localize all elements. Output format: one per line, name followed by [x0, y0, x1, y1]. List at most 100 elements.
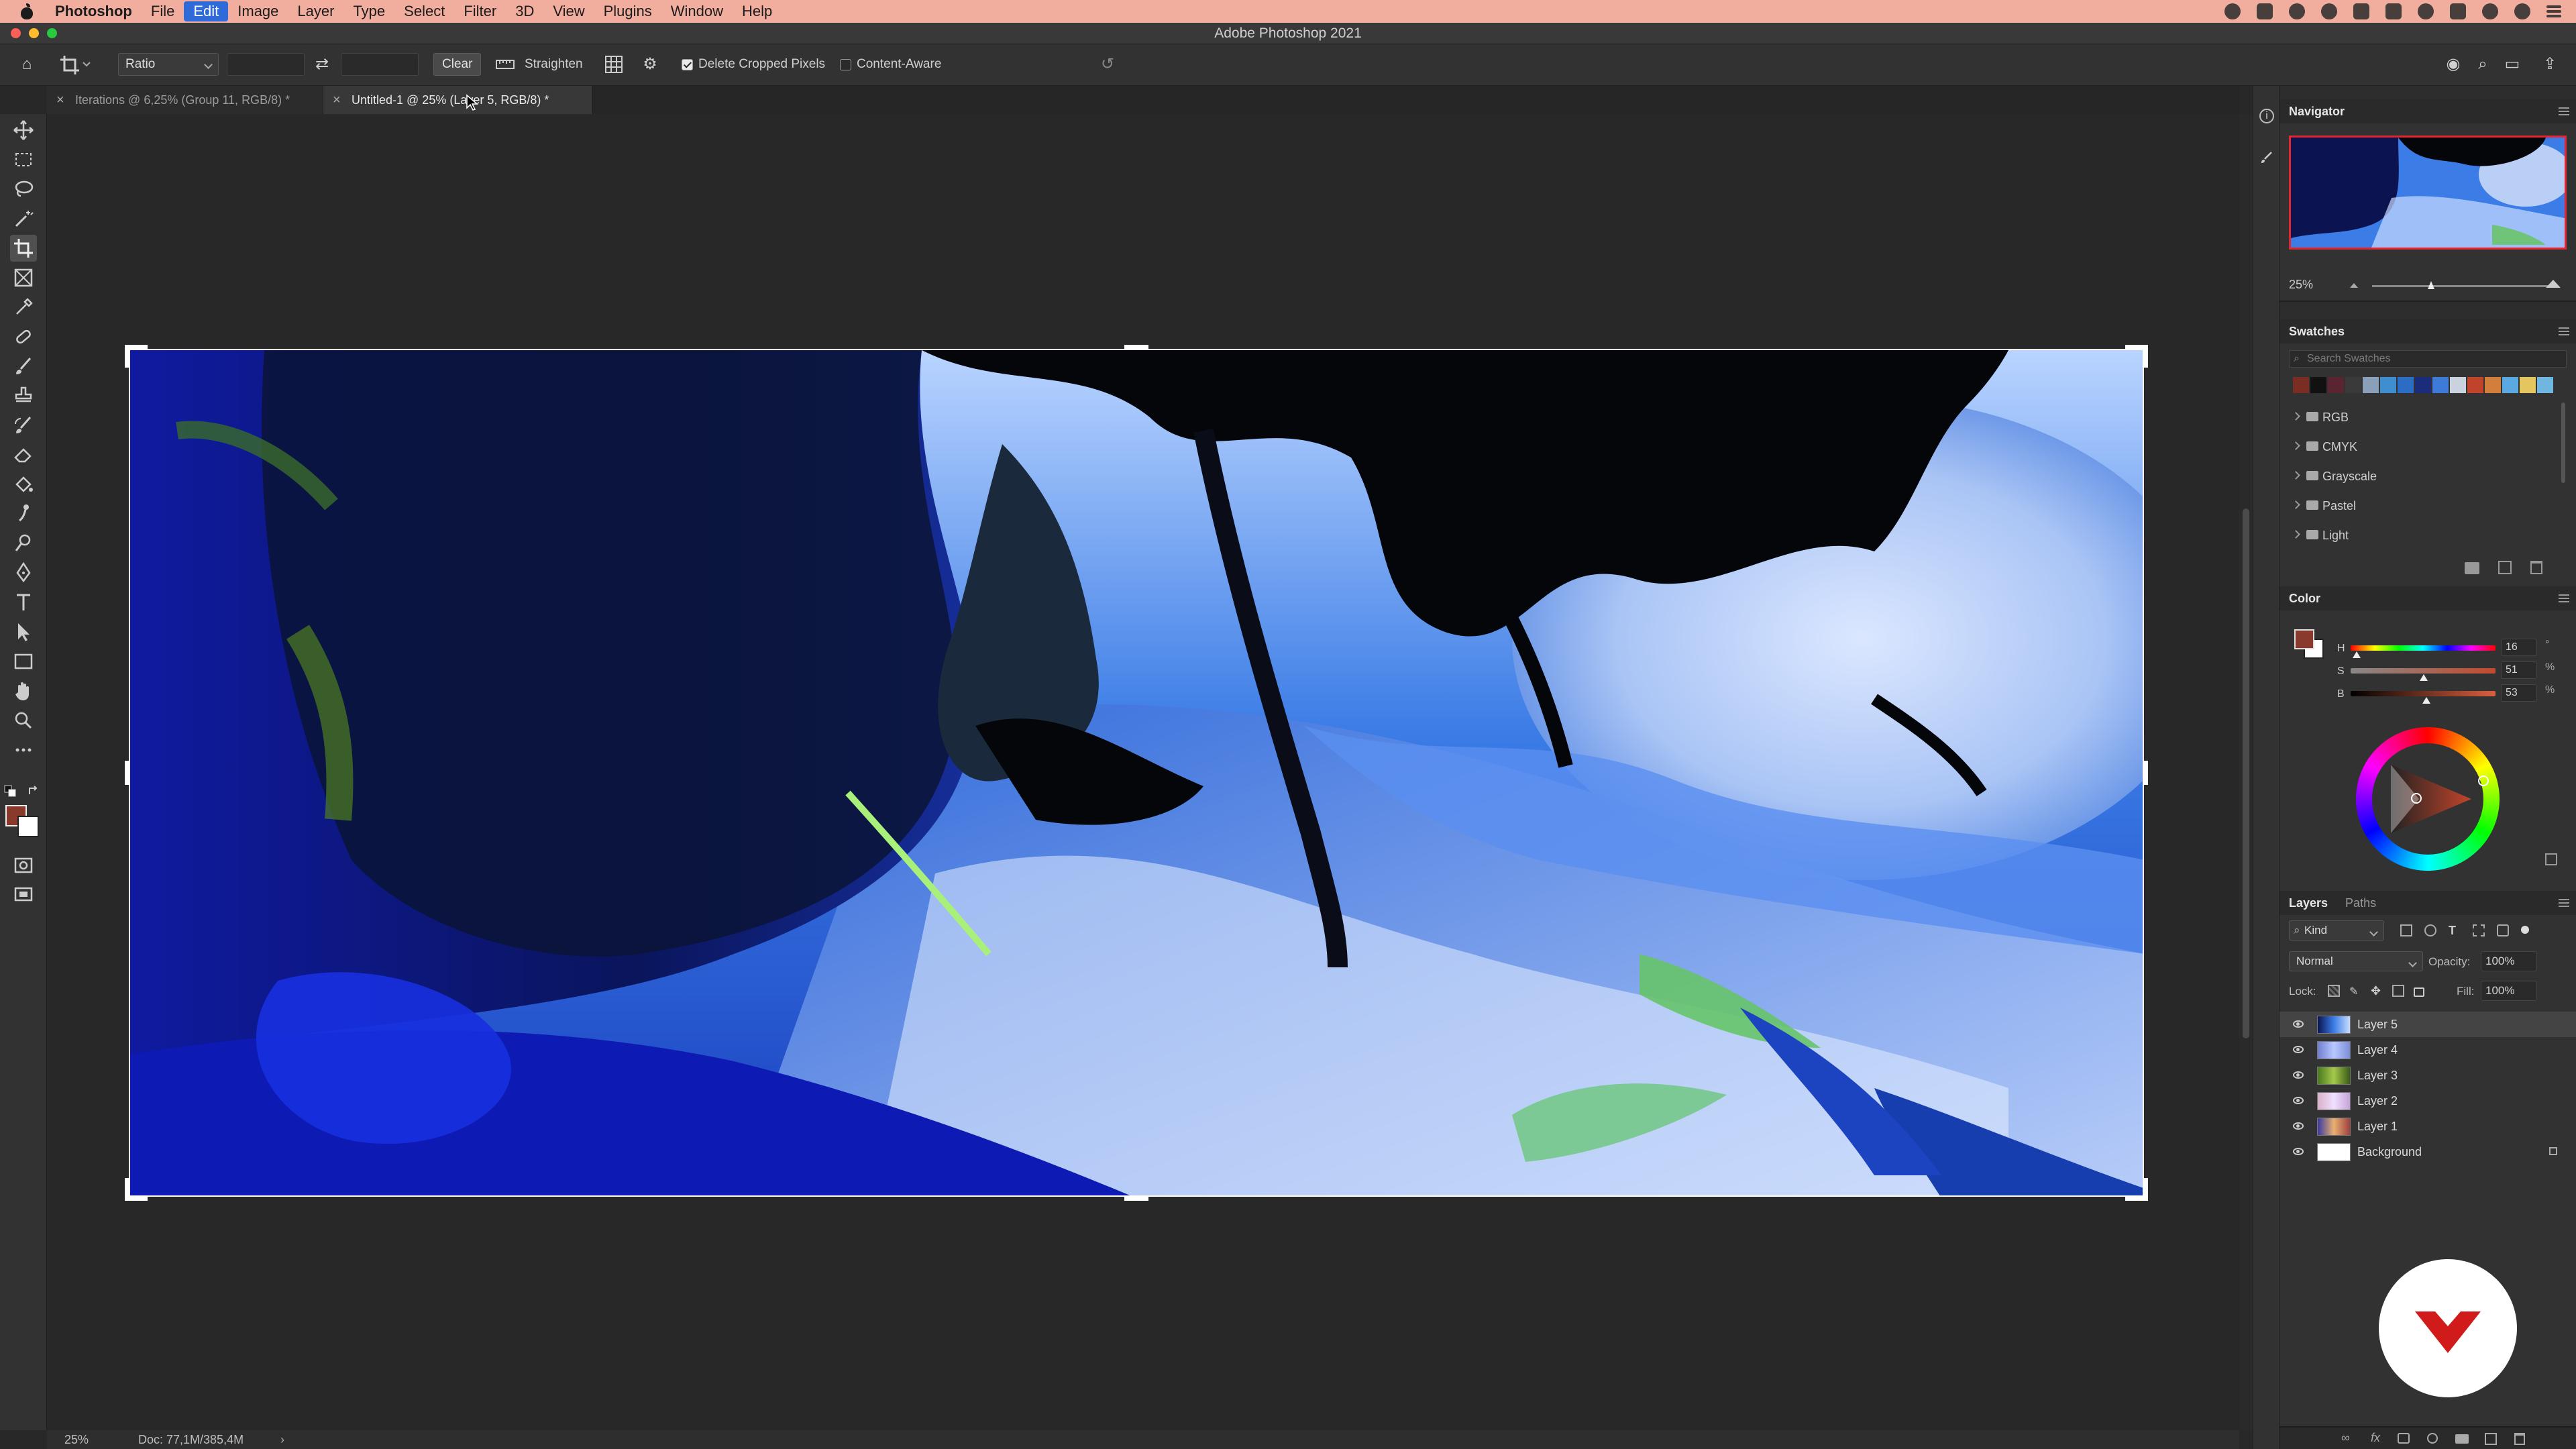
- swatch-group-pastel[interactable]: Pastel: [2293, 492, 2356, 519]
- panel-menu-icon[interactable]: [2559, 899, 2569, 900]
- menu-select[interactable]: Select: [394, 0, 454, 23]
- saturation-slider[interactable]: [2351, 668, 2496, 674]
- brush-tool-icon[interactable]: [10, 353, 37, 380]
- straighten-icon[interactable]: [494, 53, 517, 76]
- reset-crop-icon[interactable]: ↺: [1096, 53, 1119, 76]
- screen-mode-icon[interactable]: [10, 881, 37, 908]
- swatch-color[interactable]: [2502, 377, 2518, 393]
- shape-filter-icon[interactable]: [2473, 924, 2485, 936]
- type-tool-icon[interactable]: [10, 589, 37, 616]
- visibility-eye-icon[interactable]: [2293, 1148, 2304, 1155]
- swatch-color[interactable]: [2450, 377, 2466, 393]
- adjustment-layer-icon[interactable]: [2427, 1433, 2438, 1444]
- ratio-width-input[interactable]: [227, 53, 305, 76]
- battery-icon[interactable]: [2385, 3, 2402, 19]
- layer-name[interactable]: Layer 4: [2357, 1037, 2398, 1063]
- add-mask-icon[interactable]: [2398, 1433, 2410, 1444]
- menu-view[interactable]: View: [543, 0, 594, 23]
- swatch-color[interactable]: [2293, 377, 2309, 393]
- swap-colors-icon[interactable]: [27, 785, 40, 798]
- layer-name[interactable]: Layer 3: [2357, 1063, 2398, 1088]
- home-icon[interactable]: ⌂: [15, 53, 39, 76]
- search-swatches-input[interactable]: ⌕ Search Swatches: [2289, 350, 2567, 368]
- crop-handle-right[interactable]: [2144, 761, 2148, 785]
- layer-row-layer-4[interactable]: Layer 4: [2279, 1037, 2576, 1063]
- zoom-in-mountain-icon[interactable]: [2545, 279, 2561, 288]
- opacity-input[interactable]: 100%: [2481, 951, 2537, 971]
- volume-icon[interactable]: [2450, 3, 2466, 19]
- swatches-scrollbar[interactable]: [2561, 402, 2565, 483]
- hue-slider[interactable]: [2351, 645, 2496, 651]
- minimize-window-button[interactable]: [29, 28, 39, 38]
- navigator-title[interactable]: Navigator: [2289, 105, 2345, 118]
- menu-plugins[interactable]: Plugins: [594, 0, 661, 23]
- saturation-input[interactable]: 51: [2501, 661, 2537, 679]
- document-image[interactable]: [129, 349, 2144, 1197]
- ratio-height-input[interactable]: [341, 53, 419, 76]
- brush-settings-icon[interactable]: [2259, 150, 2274, 165]
- filter-toggle-icon[interactable]: [2521, 926, 2529, 934]
- hue-ring-marker[interactable]: [2478, 775, 2489, 786]
- crop-tool-icon[interactable]: [10, 235, 37, 262]
- eyedropper-tool-icon[interactable]: [10, 294, 37, 321]
- clock-icon[interactable]: [2482, 3, 2498, 19]
- layer-name[interactable]: Layer 5: [2357, 1012, 2398, 1037]
- clone-stamp-tool-icon[interactable]: [10, 382, 37, 409]
- pen-tool-icon[interactable]: [10, 559, 37, 586]
- hue-input[interactable]: 16: [2501, 639, 2537, 656]
- close-tab-icon[interactable]: ×: [56, 86, 64, 114]
- brightness-slider[interactable]: [2351, 691, 2496, 696]
- vertical-scroll-thumb[interactable]: [2243, 508, 2249, 1038]
- content-aware-checkbox[interactable]: Content-Aware: [840, 53, 941, 76]
- info-icon[interactable]: i: [2259, 109, 2274, 123]
- rectangle-tool-icon[interactable]: [10, 648, 37, 675]
- hand-tool-icon[interactable]: [10, 678, 37, 704]
- menu-type[interactable]: Type: [343, 0, 394, 23]
- lock-all-icon[interactable]: [2414, 987, 2424, 997]
- brightness-slider-thumb[interactable]: [2422, 696, 2431, 704]
- menu-help[interactable]: Help: [733, 0, 782, 23]
- layer-style-fx-icon[interactable]: fx: [2371, 1431, 2380, 1445]
- swatch-color[interactable]: [2380, 377, 2396, 393]
- ratio-dropdown[interactable]: Ratio: [118, 53, 219, 76]
- navigator-zoom-slider[interactable]: [2372, 285, 2552, 287]
- swatch-color[interactable]: [2467, 377, 2483, 393]
- cloud-documents-icon[interactable]: ◉: [2442, 53, 2465, 76]
- navigator-zoom-slider-thumb[interactable]: [2427, 280, 2435, 290]
- swatch-color[interactable]: [2328, 377, 2344, 393]
- swatch-color[interactable]: [2415, 377, 2431, 393]
- swatch-group-grayscale[interactable]: Grayscale: [2293, 463, 2377, 490]
- swatch-color[interactable]: [2485, 377, 2501, 393]
- lock-artboard-icon[interactable]: [2392, 985, 2404, 997]
- crop-handle-bottom-left[interactable]: [125, 1197, 148, 1201]
- background-color-swatch[interactable]: [17, 816, 39, 837]
- apple-logo-icon[interactable]: [20, 3, 34, 19]
- canvas-area[interactable]: [47, 114, 2239, 1430]
- lock-position-icon[interactable]: ✥: [2371, 985, 2383, 997]
- new-group-icon[interactable]: [2465, 562, 2479, 574]
- menu-window[interactable]: Window: [661, 0, 733, 23]
- menu-app-name[interactable]: Photoshop: [51, 0, 142, 23]
- default-colors-icon[interactable]: [4, 785, 17, 798]
- move-tool-icon[interactable]: [10, 117, 37, 144]
- control-center-icon[interactable]: [2546, 10, 2561, 13]
- straighten-label[interactable]: Straighten: [525, 53, 583, 76]
- adjustment-filter-icon[interactable]: [2424, 924, 2436, 936]
- dodge-tool-icon[interactable]: [10, 530, 37, 557]
- healing-brush-tool-icon[interactable]: [10, 323, 37, 350]
- panel-menu-icon[interactable]: [2559, 107, 2569, 109]
- status-menu-arrow-icon[interactable]: ›: [280, 1430, 284, 1449]
- wifi-icon[interactable]: [2418, 3, 2434, 19]
- history-brush-tool-icon[interactable]: [10, 412, 37, 439]
- layer-row-layer-5[interactable]: Layer 5: [2279, 1012, 2576, 1037]
- tab-layers[interactable]: Layers: [2289, 896, 2328, 910]
- layer-row-background[interactable]: Background: [2279, 1139, 2576, 1165]
- path-selection-tool-icon[interactable]: [10, 619, 37, 645]
- visibility-eye-icon[interactable]: [2293, 1097, 2304, 1104]
- menu-layer[interactable]: Layer: [288, 0, 343, 23]
- visibility-eye-icon[interactable]: [2293, 1071, 2304, 1079]
- workspace-icon[interactable]: ▭: [2501, 53, 2524, 76]
- more-tools-icon[interactable]: [10, 737, 37, 763]
- swap-dimensions-icon[interactable]: ⇄: [310, 53, 334, 76]
- swatches-title[interactable]: Swatches: [2289, 325, 2345, 338]
